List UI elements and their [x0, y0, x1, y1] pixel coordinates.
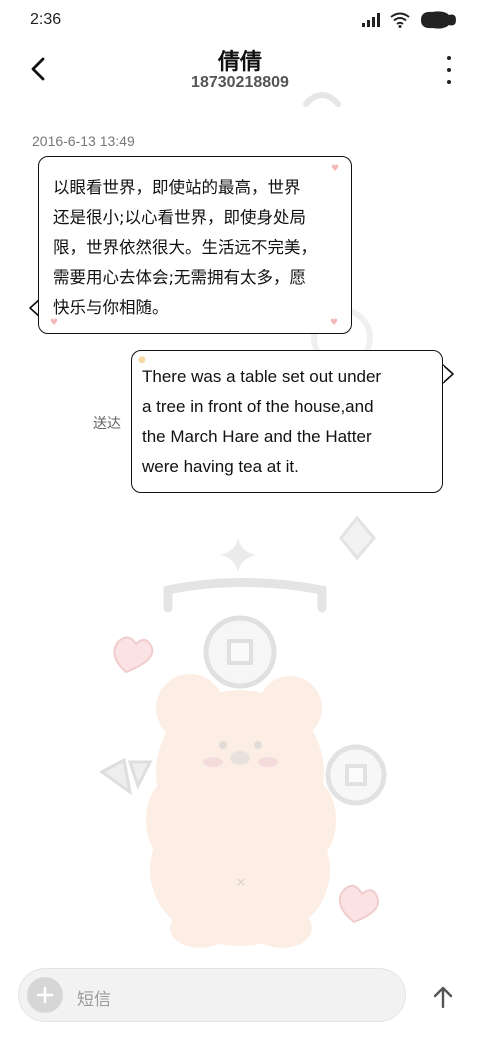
send-button[interactable]	[424, 978, 462, 1016]
message-input-placeholder: 短信	[77, 990, 111, 1010]
back-button[interactable]	[22, 52, 54, 86]
more-vertical-icon-dot	[447, 68, 451, 72]
status-time: 2:36	[30, 11, 62, 28]
outgoing-bubble-tail	[441, 364, 454, 384]
message-line: 快乐与你相随。	[53, 298, 169, 317]
message-line: 还是很小;以心看世界，即使身处局	[53, 208, 307, 227]
more-vertical-icon-dot	[447, 80, 451, 84]
more-options-button[interactable]	[442, 56, 456, 84]
add-attachment-button[interactable]	[27, 977, 63, 1013]
battery-icon	[421, 11, 456, 29]
back-arrow-icon	[31, 57, 45, 81]
outgoing-message-bubble[interactable]: There was a table set out under a tree i…	[131, 350, 443, 493]
message-line: 限，世界依然很大。生活远不完美，	[53, 238, 317, 257]
send-arrow-icon	[433, 986, 453, 1009]
contact-name: 倩倩	[217, 50, 262, 75]
message-line: 需要用心去体会;无需拥有太多，愿	[53, 268, 307, 287]
message-timestamp: 2016-6-13 13:49	[32, 133, 135, 149]
message-line: There was a table set out under	[142, 367, 382, 386]
status-bar: 2:36	[0, 0, 480, 40]
wifi-icon	[390, 12, 410, 28]
signal-icon	[362, 13, 380, 27]
message-input-bar[interactable]: 短信	[18, 968, 406, 1022]
message-line: a tree in front of the house,and	[142, 397, 374, 416]
incoming-message-bubble[interactable]: 以眼看世界，即使站的最高，世界 还是很小;以心看世界，即使身处局 限，世界依然很…	[38, 156, 352, 334]
message-line: 以眼看世界，即使站的最高，世界	[53, 178, 301, 197]
message-line: were having tea at it.	[142, 457, 299, 476]
contact-number: 18730218809	[191, 74, 289, 91]
heart-icon: ♥	[330, 318, 339, 328]
status-icons	[362, 9, 458, 31]
dot-icon: ●	[138, 355, 146, 365]
more-vertical-icon	[447, 56, 451, 60]
svg-text:×: ×	[236, 875, 246, 889]
message-line: the March Hare and the Hatter	[142, 427, 372, 446]
heart-icon: ♥	[50, 318, 59, 328]
heart-icon: ♥	[331, 164, 340, 174]
delivery-status: 送达	[93, 416, 121, 432]
plus-icon	[36, 986, 54, 1004]
